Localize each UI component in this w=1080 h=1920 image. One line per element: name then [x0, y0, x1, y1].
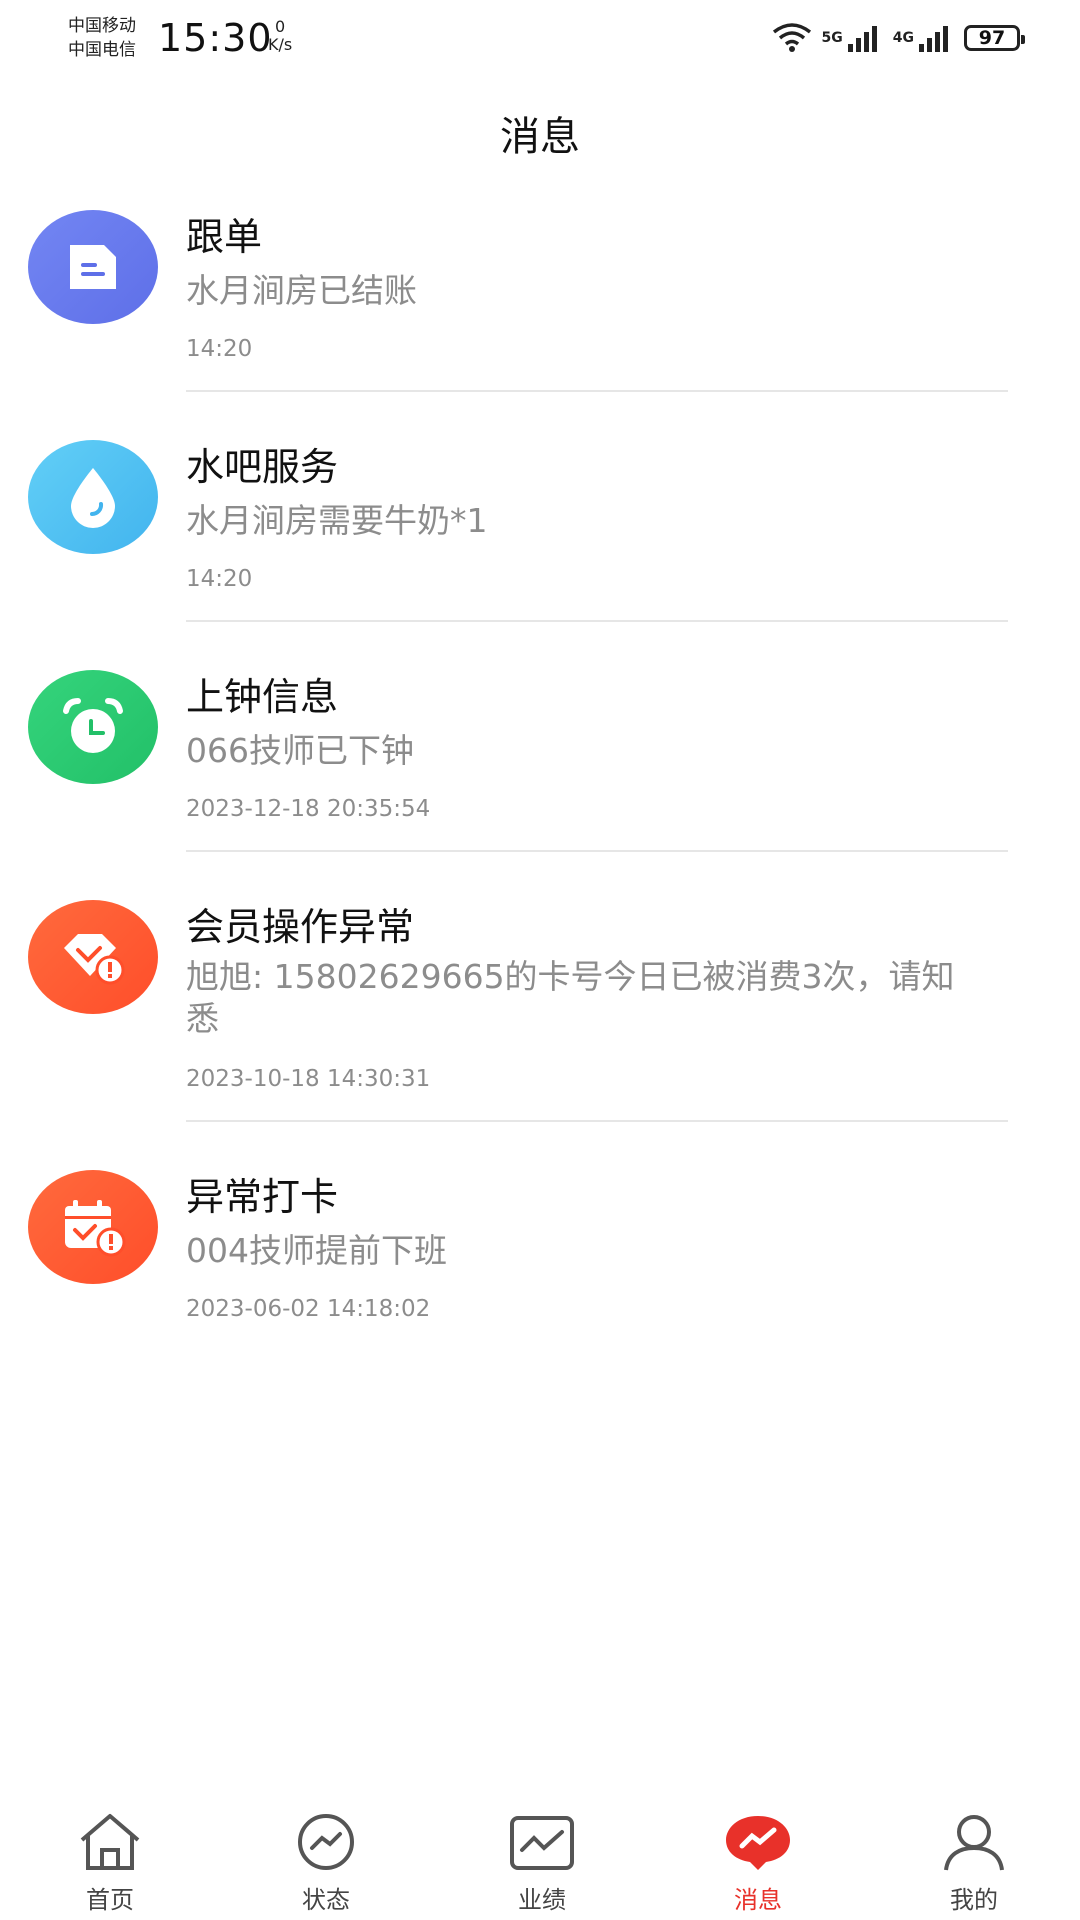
member-alert-icon	[28, 900, 158, 1014]
performance-icon	[510, 1816, 574, 1870]
profile-icon	[944, 1815, 1004, 1871]
message-title: 会员操作异常	[186, 905, 415, 949]
carrier-labels: 中国移动 中国电信	[68, 14, 136, 62]
divider	[186, 1120, 1008, 1122]
system-icons: 5G 4G 97	[772, 22, 1025, 54]
network-label-4g: 4G	[892, 30, 914, 46]
net-speed-unit: K/s	[268, 35, 293, 54]
divider	[186, 620, 1008, 622]
document-icon	[28, 210, 158, 324]
status-icon	[298, 1814, 354, 1870]
carrier-1: 中国移动	[68, 16, 136, 36]
battery-level: 97	[978, 27, 1006, 49]
tab-status[interactable]: 状态	[256, 1800, 396, 1920]
alarm-clock-icon	[28, 670, 158, 784]
message-time: 2023-10-18 14:30:31	[186, 1066, 431, 1092]
status-bar: 中国移动 中国电信 15:30 0 K/s 5G 4G 97	[0, 0, 1080, 80]
message-title: 水吧服务	[186, 445, 339, 489]
bottom-tab-bar: 首页 状态 业绩 消息 我的	[0, 1800, 1080, 1920]
tab-label: 消息	[734, 1886, 782, 1914]
home-icon	[80, 1814, 140, 1870]
status-time: 15:30	[158, 16, 273, 60]
list-item[interactable]: 异常打卡 004技师提前下班 2023-06-02 14:18:02	[0, 1160, 1080, 1360]
tab-performance[interactable]: 业绩	[472, 1800, 612, 1920]
tab-messages[interactable]: 消息	[688, 1800, 828, 1920]
tab-label: 首页	[86, 1886, 134, 1914]
signal-icon	[919, 26, 948, 52]
net-speed-value: 0	[275, 17, 286, 36]
message-list: 跟单 水月涧房已结账 14:20 水吧服务 水月涧房需要牛奶*1 14:20 上…	[0, 200, 1080, 1360]
message-time: 2023-12-18 20:35:54	[186, 796, 431, 822]
message-body: 004技师提前下班	[186, 1231, 447, 1270]
tab-home[interactable]: 首页	[40, 1800, 180, 1920]
tab-label: 业绩	[518, 1886, 566, 1914]
tab-label: 状态	[302, 1886, 350, 1914]
battery-icon: 97	[964, 25, 1025, 51]
divider	[186, 850, 1008, 852]
net-speed: 0 K/s	[268, 18, 292, 54]
tab-profile[interactable]: 我的	[904, 1800, 1044, 1920]
message-time: 14:20	[186, 336, 253, 362]
list-item[interactable]: 会员操作异常 旭旭: 15802629665的卡号今日已被消费3次，请知悉 20…	[0, 890, 1080, 1160]
divider	[186, 390, 1008, 392]
tab-label: 我的	[950, 1886, 998, 1914]
message-title: 上钟信息	[186, 675, 339, 719]
network-label-5g: 5G	[821, 30, 843, 46]
list-item[interactable]: 上钟信息 066技师已下钟 2023-12-18 20:35:54	[0, 660, 1080, 890]
carrier-2: 中国电信	[68, 40, 136, 60]
message-body: 水月涧房需要牛奶*1	[186, 501, 488, 540]
message-body: 水月涧房已结账	[186, 271, 417, 310]
message-body: 旭旭: 15802629665的卡号今日已被消费3次，请知悉	[186, 957, 955, 1038]
wifi-icon	[772, 23, 811, 52]
message-title: 异常打卡	[186, 1175, 339, 1219]
page-title: 消息	[500, 114, 580, 160]
message-icon	[726, 1816, 790, 1870]
signal-icon	[847, 26, 877, 52]
message-time: 2023-06-02 14:18:02	[186, 1296, 431, 1322]
list-item[interactable]: 跟单 水月涧房已结账 14:20	[0, 200, 1080, 430]
calendar-alert-icon	[28, 1170, 158, 1284]
list-item[interactable]: 水吧服务 水月涧房需要牛奶*1 14:20	[0, 430, 1080, 660]
water-drop-icon	[28, 440, 158, 554]
message-body: 066技师已下钟	[186, 731, 414, 770]
message-time: 14:20	[186, 566, 253, 592]
message-title: 跟单	[186, 215, 263, 259]
